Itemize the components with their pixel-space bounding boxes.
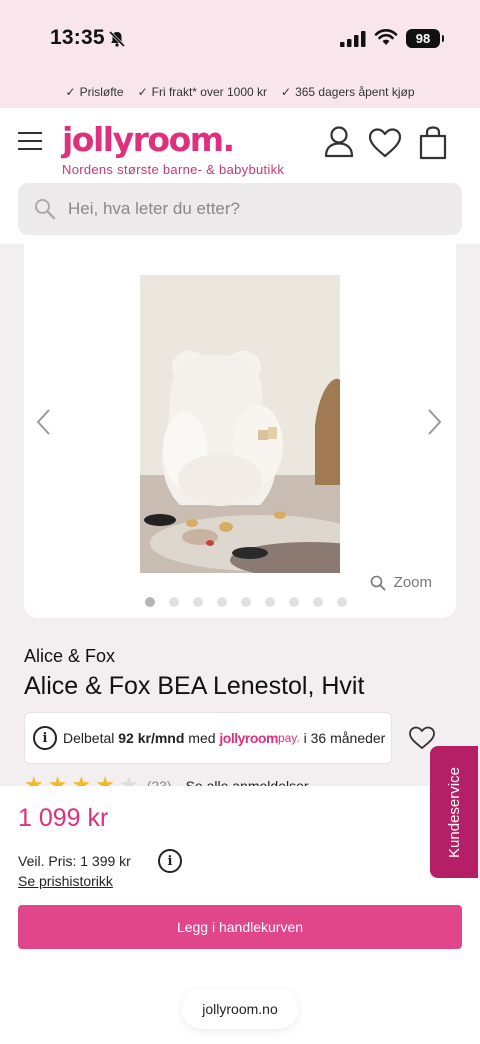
jollyroom-pay-logo: jollyroom xyxy=(219,730,278,746)
wishlist-heart-icon[interactable] xyxy=(408,726,436,750)
shopping-bag-icon[interactable] xyxy=(418,126,448,160)
battery-icon: 98 xyxy=(406,29,444,48)
status-bar: 13:35 98 xyxy=(0,0,480,76)
search-bar[interactable] xyxy=(18,183,462,235)
gallery-dot[interactable] xyxy=(289,597,299,607)
logo[interactable]: jollyroom. xyxy=(62,120,235,159)
add-to-cart-button[interactable]: Legg i handlekurven xyxy=(18,905,462,949)
user-icon[interactable] xyxy=(324,126,354,158)
usp-bar: ✓ Prisløfte ✓ Fri frakt* over 1000 kr ✓ 365… xyxy=(0,76,480,108)
site-header: jollyroom. Nordens største barne- & baby… xyxy=(0,108,480,244)
gallery-dot[interactable] xyxy=(337,597,347,607)
usp-label: Prisløfte xyxy=(79,85,124,99)
chevron-right-icon[interactable] xyxy=(424,408,444,436)
gallery-dot[interactable] xyxy=(265,597,275,607)
usp-item: ✓ 365 dagers åpent kjøp xyxy=(281,85,414,99)
check-icon: ✓ xyxy=(137,85,148,99)
product-title: Alice & Fox BEA Lenestol, Hvit xyxy=(24,672,365,700)
usp-label: Fri frakt* over 1000 kr xyxy=(151,85,268,99)
check-icon: ✓ xyxy=(281,85,292,99)
customer-service-label: Kundeservice xyxy=(445,766,463,858)
recommended-price: Veil. Pris: 1 399 kr xyxy=(18,853,131,869)
usp-item: ✓ Prisløfte xyxy=(66,85,124,99)
status-time: 13:35 xyxy=(50,26,105,49)
gallery-pagination xyxy=(145,597,347,607)
url-text: jollyroom.no xyxy=(202,1001,278,1017)
customer-service-tab[interactable]: Kundeservice xyxy=(430,746,478,878)
gallery-dot[interactable] xyxy=(241,597,251,607)
browser-url-bar[interactable]: jollyroom.no xyxy=(182,989,298,1029)
gallery-dot[interactable] xyxy=(169,597,179,607)
product-image[interactable] xyxy=(140,275,340,573)
usp-label: 365 dagers åpent kjøp xyxy=(295,85,415,99)
menu-icon[interactable] xyxy=(18,132,42,150)
zoom-button[interactable]: Zoom xyxy=(370,574,432,591)
usp-item: ✓ Fri frakt* over 1000 kr xyxy=(138,85,267,99)
gallery-dot[interactable] xyxy=(145,597,155,607)
installment-suffix: i 36 måneder xyxy=(303,730,386,746)
product-gallery: Zoom xyxy=(24,244,456,618)
zoom-label: Zoom xyxy=(393,574,432,591)
price-history-link[interactable]: Se prishistorikk xyxy=(18,873,113,889)
purchase-panel-extension xyxy=(430,878,480,1044)
heart-icon[interactable] xyxy=(368,128,402,158)
info-icon: i xyxy=(33,726,57,750)
check-icon: ✓ xyxy=(65,85,76,99)
gallery-dot[interactable] xyxy=(193,597,203,607)
installment-prefix: Delbetal xyxy=(63,730,115,746)
tagline: Nordens største barne- & babybutikk xyxy=(62,162,285,177)
search-input[interactable] xyxy=(68,183,448,235)
bell-off-icon xyxy=(108,30,126,48)
signal-icon xyxy=(340,31,366,47)
zoom-icon xyxy=(370,575,386,590)
installment-mid: med xyxy=(188,730,216,746)
search-icon xyxy=(35,199,56,220)
installment-info[interactable]: i Delbetal 92 kr/mnd med jollyroom pay. i… xyxy=(24,712,392,764)
gallery-dot[interactable] xyxy=(313,597,323,607)
chevron-left-icon[interactable] xyxy=(34,408,54,436)
product-brand[interactable]: Alice & Fox xyxy=(24,646,115,667)
jollyroom-pay-suffix: pay. xyxy=(277,731,300,745)
product-price: 1 099 kr xyxy=(18,804,109,832)
wifi-icon xyxy=(374,29,398,45)
gallery-dot[interactable] xyxy=(217,597,227,607)
price-info-icon[interactable]: i xyxy=(158,849,182,873)
installment-amount: 92 kr/mnd xyxy=(118,730,185,746)
armchair-illustration xyxy=(140,275,340,573)
